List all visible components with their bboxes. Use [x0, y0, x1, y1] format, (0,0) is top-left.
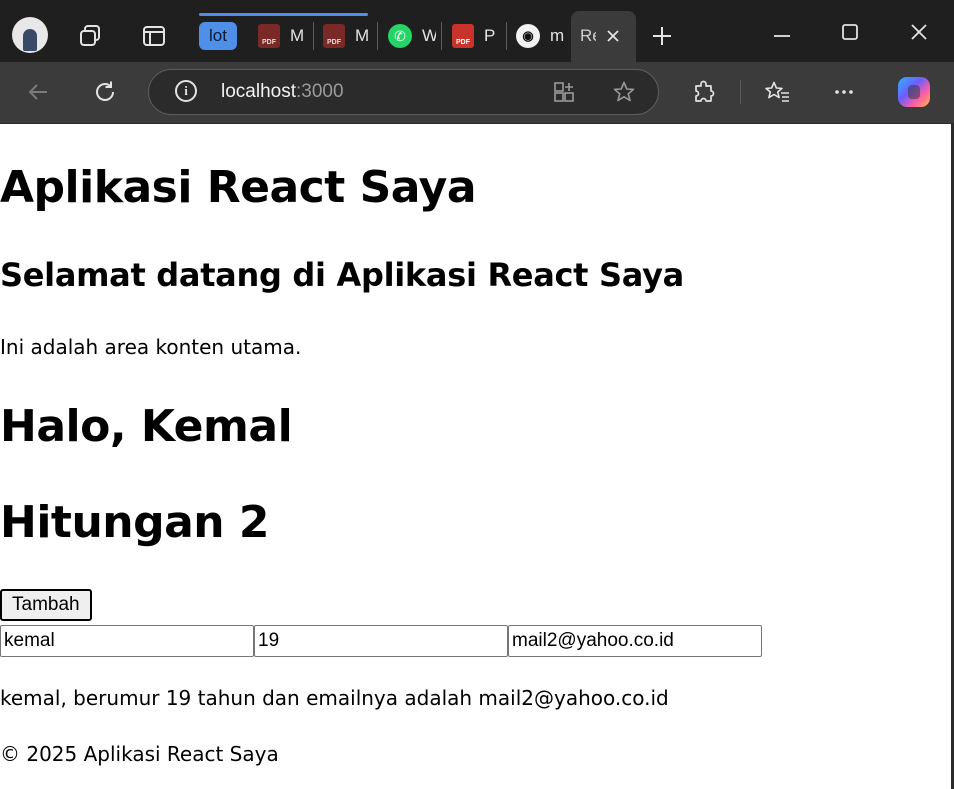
favorites-icon[interactable] [763, 78, 791, 106]
tab-pdf-1[interactable]: PDF M [258, 14, 304, 58]
profile-avatar[interactable] [12, 17, 48, 53]
tab-separator [506, 22, 507, 50]
new-tab-icon[interactable] [648, 22, 676, 50]
toolbar-separator [740, 80, 741, 104]
favorite-star-icon[interactable] [610, 78, 638, 106]
more-menu-icon[interactable] [830, 78, 858, 106]
url-host: localhost [221, 81, 296, 102]
url-text[interactable]: localhost:3000 [221, 80, 344, 104]
pdf-icon: PDF [452, 24, 474, 48]
tab-separator [441, 22, 442, 50]
workspaces-icon[interactable] [76, 22, 104, 50]
tab-label: M [355, 26, 369, 45]
back-icon[interactable] [24, 78, 52, 106]
tab-pdf-3[interactable]: PDF P [452, 14, 498, 58]
app-title: Aplikasi React Saya [0, 162, 477, 213]
minimize-icon[interactable] [768, 20, 796, 48]
tab-label: M [290, 26, 304, 45]
tab-separator [377, 22, 378, 50]
copilot-icon[interactable] [898, 77, 930, 107]
tab-group-lot[interactable]: lot [199, 22, 237, 50]
tab-label: m [550, 26, 564, 45]
whatsapp-icon: ✆ [388, 24, 412, 48]
counter-heading: Hitungan 2 [0, 497, 270, 548]
maximize-icon[interactable] [836, 18, 864, 46]
app-available-icon[interactable] [550, 78, 578, 106]
tab-active-content[interactable]: Re [580, 14, 596, 58]
welcome-heading: Selamat datang di Aplikasi React Saya [0, 256, 684, 294]
site-info-icon[interactable]: i [175, 80, 197, 102]
footer-text: © 2025 Aplikasi React Saya [0, 742, 279, 766]
pdf-icon: PDF [258, 24, 280, 48]
content-text: Ini adalah area konten utama. [0, 335, 302, 359]
reload-icon[interactable] [91, 78, 119, 106]
greeting-heading: Halo, Kemal [0, 401, 293, 452]
pdf-icon: PDF [323, 24, 345, 48]
url-port: :3000 [296, 81, 344, 102]
tab-actions-icon[interactable] [140, 22, 168, 50]
tab-separator [313, 22, 314, 50]
email-input[interactable] [508, 625, 762, 657]
github-icon: ◉ [516, 24, 540, 48]
tab-group-label: lot [209, 26, 227, 45]
name-input[interactable] [0, 625, 254, 657]
close-window-icon[interactable] [905, 18, 933, 46]
extensions-icon[interactable] [690, 78, 718, 106]
add-button[interactable]: Tambah [0, 589, 92, 621]
summary-text: kemal, berumur 19 tahun dan emailnya ada… [0, 686, 669, 710]
tab-github[interactable]: ◉ m [516, 14, 564, 58]
tab-label: Re [580, 26, 596, 45]
age-input[interactable] [254, 625, 508, 657]
tab-label: P [484, 26, 496, 45]
close-tab-icon[interactable] [603, 26, 623, 46]
tab-label: W [422, 26, 436, 45]
tab-whatsapp[interactable]: ✆ W [388, 14, 436, 58]
tab-pdf-2[interactable]: PDF M [323, 14, 369, 58]
